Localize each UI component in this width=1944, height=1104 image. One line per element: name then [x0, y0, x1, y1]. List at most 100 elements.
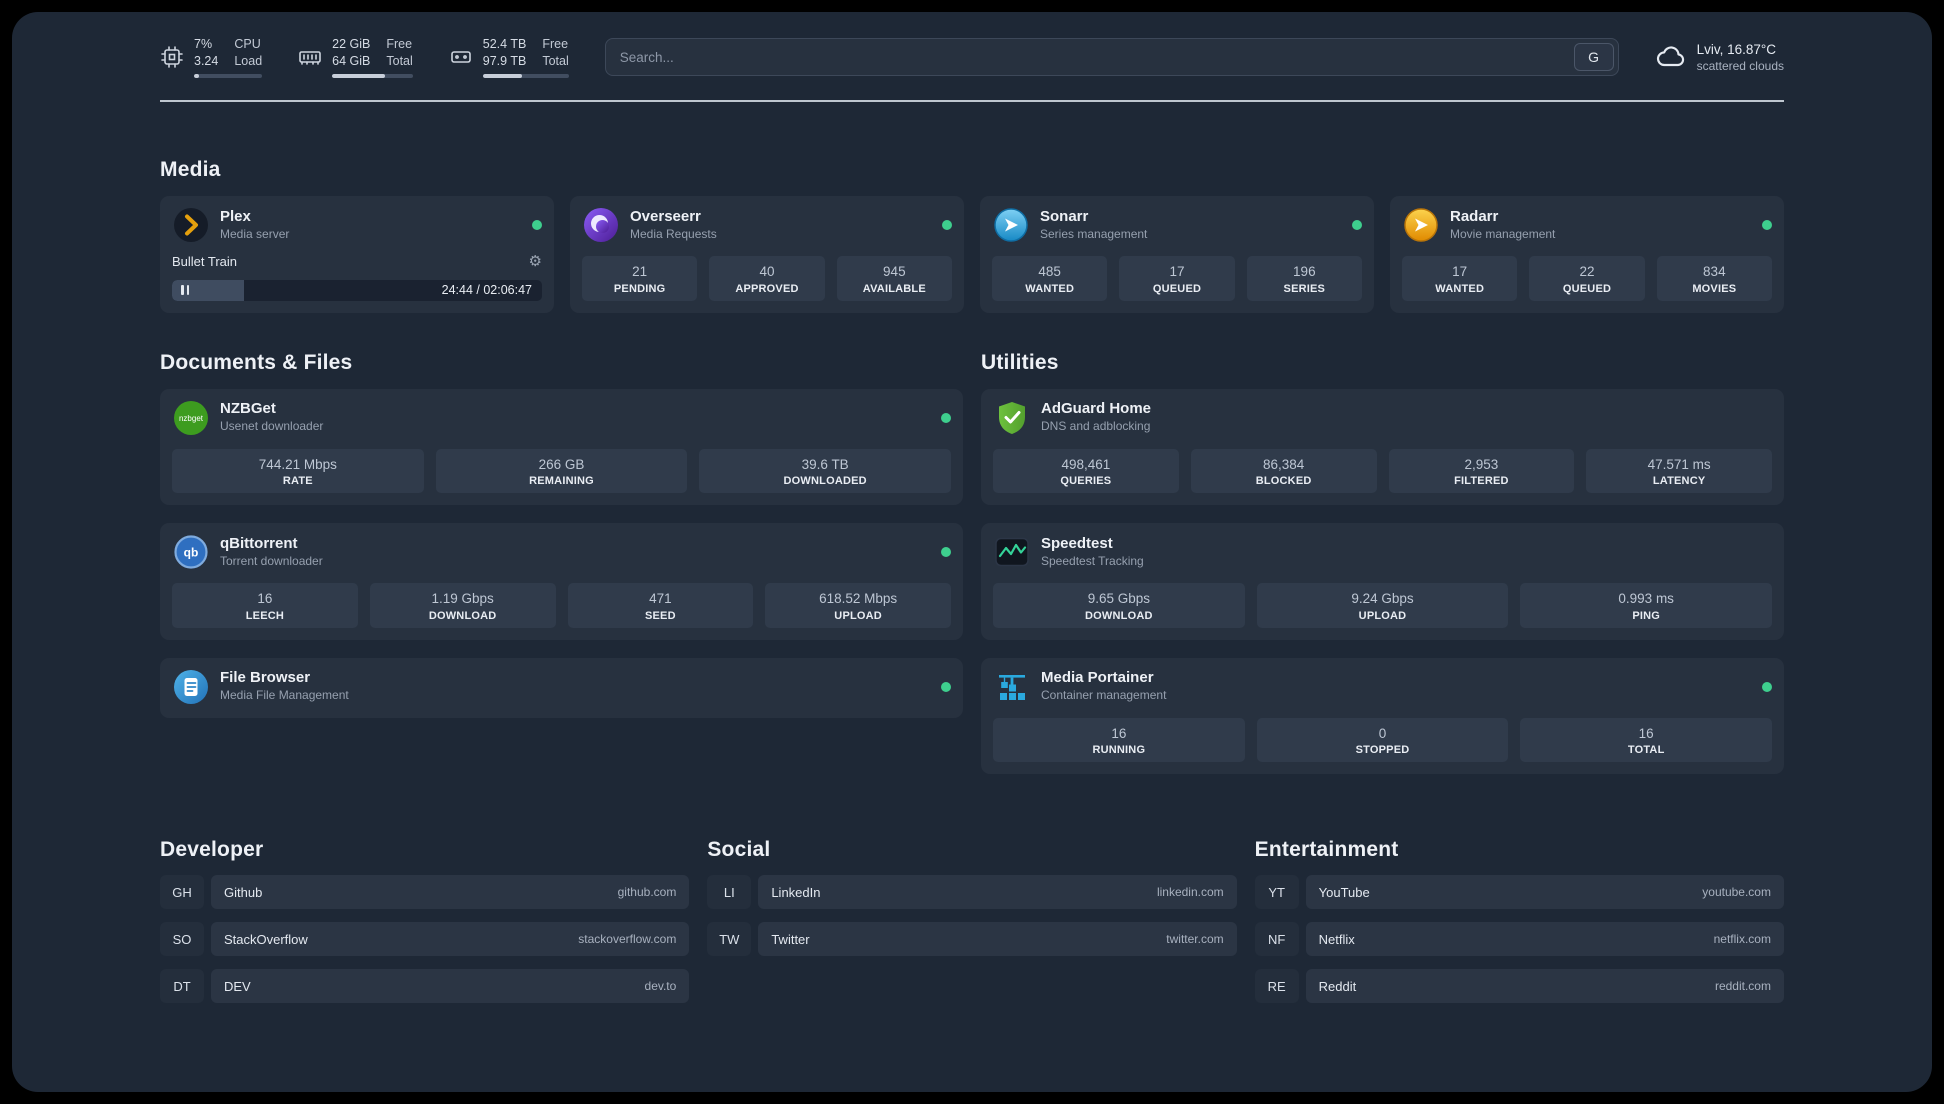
documents-column: Documents & Files nzbget NZBGet Usenet d…: [160, 351, 963, 736]
adguard-header[interactable]: AdGuard Home DNS and adblocking: [993, 399, 1772, 437]
overseerr-header[interactable]: Overseerr Media Requests: [582, 206, 952, 244]
dashboard-panel: 7% 3.24 CPU Load 22 GiB 64 GiB Free Tota…: [12, 12, 1932, 1092]
bookmark-name: StackOverflow: [224, 931, 308, 947]
bookmark-item[interactable]: SO StackOverflow stackoverflow.com: [160, 922, 690, 957]
stat-tile: 0 STOPPED: [1256, 717, 1509, 763]
playback-progress-bar[interactable]: 24:44 / 02:06:47: [172, 279, 542, 301]
nzbget-header[interactable]: nzbget NZBGet Usenet downloader: [172, 399, 951, 437]
stat-value: 1.19 Gbps: [431, 591, 494, 607]
stat-tile: 266 GB REMAINING: [435, 448, 688, 494]
memory-icon: [298, 45, 322, 69]
stat-value: 86,384: [1262, 456, 1305, 472]
speedtest-header[interactable]: Speedtest Speedtest Tracking: [993, 533, 1772, 571]
social-bookmarks: Social LI LinkedIn linkedin.com TW Twitter tw…: [707, 838, 1237, 957]
stat-value: 16: [1638, 725, 1654, 741]
stat-value: 47.571 ms: [1647, 456, 1711, 472]
stats-row: 21 PENDING 40 APPROVED 945 AVAILABLE: [582, 244, 952, 301]
pause-icon[interactable]: [181, 285, 189, 296]
bookmark-item[interactable]: LI LinkedIn linkedin.com: [707, 875, 1237, 910]
service-description: Media Requests: [630, 226, 717, 241]
stat-label: RUNNING: [1092, 744, 1146, 757]
stat-tile: 22 QUEUED: [1529, 256, 1645, 301]
stat-tile: 21 PENDING: [582, 256, 698, 301]
settings-gear-icon[interactable]: ⚙: [529, 254, 542, 269]
stat-tile: 834 MOVIES: [1656, 256, 1772, 301]
bookmark-name: YouTube: [1318, 884, 1370, 900]
bookmark-pill[interactable]: Netflix netflix.com: [1305, 922, 1784, 957]
stat-tile: 9.24 Gbps UPLOAD: [1256, 583, 1509, 628]
stat-label: AVAILABLE: [862, 282, 926, 295]
status-dot: [941, 547, 951, 558]
stat-value: 40: [759, 264, 775, 279]
section-title-media: Media: [160, 158, 221, 181]
overseerr-card: Overseerr Media Requests 21 PENDING 40 APPR…: [570, 196, 964, 313]
memory-usage-bar: [332, 74, 413, 79]
stat-value: 498,461: [1061, 456, 1111, 472]
search-provider-button[interactable]: G: [1573, 43, 1614, 71]
filebrowser-icon: [172, 668, 210, 706]
filebrowser-card: File Browser Media File Management: [160, 657, 963, 718]
bookmark-url: github.com: [617, 885, 677, 900]
stat-label: RATE: [282, 475, 313, 488]
bookmark-pill[interactable]: YouTube youtube.com: [1305, 875, 1784, 910]
stat-tile: 2,953 FILTERED: [1388, 448, 1575, 494]
speedtest-icon: [993, 533, 1031, 571]
bookmark-abbr: NF: [1254, 922, 1299, 957]
stat-value: 16: [1111, 725, 1127, 741]
bookmark-pill[interactable]: Twitter twitter.com: [758, 922, 1237, 957]
stat-tile: 618.52 Mbps UPLOAD: [765, 583, 951, 628]
service-name: Speedtest: [1041, 534, 1113, 552]
stats-row: 498,461 QUERIES 86,384 BLOCKED 2,953 FILTERED…: [993, 437, 1772, 494]
stat-value: 0: [1378, 725, 1387, 741]
stat-label: FILTERED: [1454, 475, 1509, 488]
filebrowser-header[interactable]: File Browser Media File Management: [172, 668, 951, 706]
weather-location: Lviv, 16.87°C: [1696, 41, 1777, 57]
service-name: Media Portainer: [1041, 669, 1154, 687]
bookmark-item[interactable]: NF Netflix netflix.com: [1254, 922, 1784, 957]
stat-tile: 945 AVAILABLE: [836, 256, 952, 301]
bookmark-pill[interactable]: Reddit reddit.com: [1305, 969, 1784, 1004]
plex-header[interactable]: Plex Media server: [172, 206, 542, 244]
sonarr-header[interactable]: Sonarr Series management: [992, 206, 1362, 244]
stat-label: UPLOAD: [1358, 609, 1407, 622]
resource-widgets: 7% 3.24 CPU Load 22 GiB 64 GiB Free Tota…: [160, 36, 569, 79]
portainer-header[interactable]: Media Portainer Container management: [993, 668, 1772, 706]
bookmark-pill[interactable]: LinkedIn linkedin.com: [758, 875, 1237, 910]
cloud-icon: [1655, 41, 1687, 73]
bookmark-item[interactable]: YT YouTube youtube.com: [1254, 875, 1784, 910]
bookmark-item[interactable]: TW Twitter twitter.com: [707, 922, 1237, 957]
stat-tile: 16 RUNNING: [993, 717, 1245, 763]
bookmark-pill[interactable]: DEV dev.to: [211, 969, 690, 1004]
stat-tile: 744.21 Mbps RATE: [172, 448, 424, 494]
stat-label: SEED: [644, 609, 676, 622]
svg-text:nzbget: nzbget: [179, 414, 204, 423]
stat-tile: 9.65 Gbps DOWNLOAD: [993, 583, 1245, 628]
topbar-divider: [160, 100, 1784, 102]
bookmark-pill[interactable]: StackOverflow stackoverflow.com: [211, 922, 690, 957]
stat-label: DOWNLOAD: [428, 609, 497, 622]
stat-value: 22: [1579, 264, 1595, 279]
stat-tile: 47.571 ms LATENCY: [1586, 448, 1772, 494]
bookmark-pill[interactable]: Github github.com: [211, 875, 690, 910]
qbittorrent-header[interactable]: qb qBittorrent Torrent downloader: [172, 533, 951, 571]
service-description: DNS and adblocking: [1041, 419, 1151, 434]
speedtest-card: Speedtest Speedtest Tracking 9.65 Gbps DO…: [981, 523, 1784, 640]
playback-time: 24:44 / 02:06:47: [441, 283, 532, 298]
stat-tile: 17 QUEUED: [1119, 256, 1235, 301]
service-description: Torrent downloader: [220, 553, 323, 568]
bookmark-abbr: DT: [160, 969, 204, 1004]
stat-value: 266 GB: [538, 456, 585, 472]
status-dot: [1762, 681, 1772, 692]
disk-widget: 52.4 TB 97.9 TB Free Total: [449, 36, 569, 79]
stat-value: 485: [1038, 264, 1061, 279]
qbittorrent-icon: qb: [172, 533, 210, 571]
weather-widget: Lviv, 16.87°C scattered clouds: [1655, 41, 1784, 73]
bookmark-item[interactable]: DT DEV dev.to: [160, 969, 690, 1004]
cpu-usage-bar: [194, 74, 263, 79]
radarr-header[interactable]: Radarr Movie management: [1402, 206, 1772, 244]
stats-row: 9.65 Gbps DOWNLOAD 9.24 Gbps UPLOAD 0.993 ms…: [993, 571, 1773, 628]
plex-card: Plex Media server Bullet Train ⚙ 24:44 /…: [160, 196, 554, 313]
bookmark-item[interactable]: GH Github github.com: [160, 875, 690, 910]
bookmark-item[interactable]: RE Reddit reddit.com: [1254, 969, 1784, 1004]
search-input[interactable]: [605, 39, 1570, 75]
